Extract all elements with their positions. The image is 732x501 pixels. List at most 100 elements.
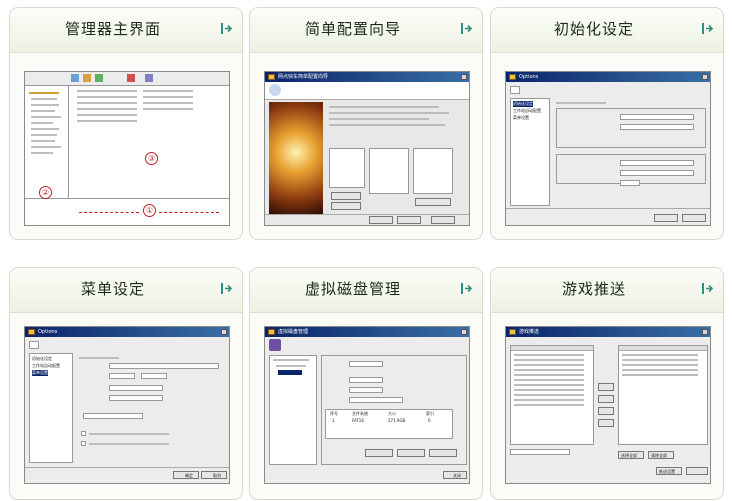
list-box[interactable]: [369, 148, 409, 194]
arrow-right-icon[interactable]: [701, 282, 714, 295]
screenshot-thumbnail[interactable]: ② ③ ①: [24, 71, 230, 226]
close-button[interactable]: [686, 467, 708, 475]
card-init-settings[interactable]: 初始化设定 Options 初始化设定 工作站自动配置 菜单设置: [490, 7, 724, 240]
window-title: Options: [519, 74, 539, 80]
ok-button-label: 确定: [185, 473, 193, 478]
wizard-button[interactable]: [331, 202, 361, 210]
file-input[interactable]: [83, 413, 143, 419]
close-button[interactable]: 关闭: [443, 471, 467, 479]
window-titlebar: Options: [25, 327, 229, 337]
select-input[interactable]: [141, 373, 167, 379]
select-all-label: 选择全部: [621, 453, 637, 458]
disk-name-input[interactable]: [349, 361, 383, 367]
disk-type-input[interactable]: [349, 377, 383, 383]
next-button[interactable]: [397, 216, 421, 224]
arrow-right-icon[interactable]: [220, 22, 233, 35]
marker-2: ②: [39, 186, 52, 199]
window-title: 游戏推送: [519, 329, 540, 335]
disk-tree[interactable]: [269, 355, 317, 465]
close-icon[interactable]: [461, 74, 467, 80]
screenshot-thumbnail[interactable]: 游戏推送 选择全部 清除全部 推送设置: [505, 326, 711, 484]
arrow-right-icon[interactable]: [460, 22, 473, 35]
wizard-button[interactable]: [415, 198, 451, 206]
path-input[interactable]: [620, 160, 694, 166]
partition-table[interactable]: 序号 文件系统 大小 索引 1 FAT16 271.9GB 0: [325, 409, 453, 439]
toolbar-icon: [127, 74, 135, 82]
remove-button[interactable]: [598, 395, 614, 403]
cancel-button[interactable]: [431, 216, 455, 224]
screenshot-thumbnail[interactable]: Options 初始化设定 工作站自动配置 菜单设置: [505, 71, 711, 226]
screenshot-thumbnail[interactable]: 虚拟磁盘管理 序号 文件系统 大小 索引 1 FAT16 271.9GB 0 关…: [264, 326, 470, 484]
arrow-right-icon[interactable]: [460, 282, 473, 295]
cancel-button[interactable]: 取消: [201, 471, 227, 479]
menu-item-auto-config[interactable]: 工作站自动配置: [513, 108, 541, 114]
menu-item-auto-config[interactable]: 工作站自动配置: [32, 363, 60, 369]
arrow-right-icon[interactable]: [701, 22, 714, 35]
push-settings-button[interactable]: 推送设置: [656, 467, 682, 475]
col-filesystem: 文件系统: [352, 411, 368, 416]
close-icon[interactable]: [702, 329, 708, 335]
screenshot-thumbnail[interactable]: Options 初始化设定 工作站自动配置 菜单设置 确定 取消: [24, 326, 230, 484]
arrow-right-icon[interactable]: [220, 282, 233, 295]
select-input[interactable]: [109, 373, 135, 379]
settings-button[interactable]: [429, 449, 457, 457]
cancel-button[interactable]: [682, 214, 706, 222]
close-icon[interactable]: [221, 329, 227, 335]
menu-item-menu-settings[interactable]: 菜单设置: [513, 115, 529, 121]
add-disk-button[interactable]: [365, 449, 393, 457]
card-header: 简单配置向导: [250, 8, 482, 53]
list-box[interactable]: [413, 148, 453, 194]
options-menu[interactable]: 初始化设定 工作站自动配置 菜单设置: [510, 98, 550, 206]
card-manager-main[interactable]: 管理器主界面 ② ③ ①: [9, 7, 243, 240]
card-title: 虚拟磁盘管理: [304, 280, 401, 298]
card-game-push[interactable]: 游戏推送 游戏推送 选择全部 清除全部 推送设置: [490, 267, 724, 500]
back-button[interactable]: [369, 216, 393, 224]
delete-disk-button[interactable]: [397, 449, 425, 457]
checkbox[interactable]: [81, 431, 86, 436]
add-button[interactable]: [598, 383, 614, 391]
disk-letter-input[interactable]: [349, 387, 383, 393]
text-input[interactable]: [109, 385, 163, 391]
checkbox[interactable]: [81, 441, 86, 446]
marker-3: ③: [145, 152, 158, 165]
text-input[interactable]: [109, 363, 219, 369]
ok-button[interactable]: [654, 214, 678, 222]
options-icon: [510, 86, 520, 94]
card-virtual-disk[interactable]: 虚拟磁盘管理 虚拟磁盘管理 序号 文件系统 大小 索引 1 FAT16 271.…: [249, 267, 483, 500]
close-icon[interactable]: [461, 329, 467, 335]
menu-item-menu-settings[interactable]: 菜单设置: [32, 370, 48, 376]
path-input[interactable]: [620, 170, 694, 176]
card-menu-settings[interactable]: 菜单设定 Options 初始化设定 工作站自动配置 菜单设置 确定 取消: [9, 267, 243, 500]
close-icon[interactable]: [702, 74, 708, 80]
move-up-button[interactable]: [598, 407, 614, 415]
game-list[interactable]: [510, 345, 594, 445]
list-box[interactable]: [329, 148, 365, 188]
cell-index: 1: [332, 418, 335, 423]
menu-item-init[interactable]: 初始化设定: [513, 101, 533, 107]
text-input[interactable]: [109, 395, 163, 401]
card-simple-wizard[interactable]: 简单配置向导 网点快车简单配置向导: [249, 7, 483, 240]
toolbar-icon: [71, 74, 79, 82]
toolbar-icon: [95, 74, 103, 82]
card-title: 游戏推送: [561, 280, 626, 298]
push-settings-label: 推送设置: [659, 469, 675, 474]
path-input[interactable]: [620, 124, 694, 130]
move-down-button[interactable]: [598, 419, 614, 427]
ok-button[interactable]: 确定: [173, 471, 199, 479]
wizard-button[interactable]: [331, 192, 361, 200]
disk-path-input[interactable]: [349, 397, 403, 403]
options-menu[interactable]: 初始化设定 工作站自动配置 菜单设置: [29, 353, 73, 463]
wizard-header: [265, 82, 469, 100]
push-list[interactable]: [618, 345, 708, 445]
menu-item-init[interactable]: 初始化设定: [32, 356, 52, 362]
tree-panel[interactable]: [25, 86, 69, 198]
screenshot-thumbnail[interactable]: 网点快车简单配置向导: [264, 71, 470, 226]
window-title: 网点快车简单配置向导: [278, 74, 329, 80]
size-input[interactable]: [620, 180, 640, 186]
window-titlebar: 虚拟磁盘管理: [265, 327, 469, 337]
app-icon: [268, 74, 275, 80]
select-all-button[interactable]: 选择全部: [618, 451, 644, 459]
filter-select[interactable]: [510, 449, 570, 455]
clear-all-button[interactable]: 清除全部: [648, 451, 674, 459]
path-input[interactable]: [620, 114, 694, 120]
